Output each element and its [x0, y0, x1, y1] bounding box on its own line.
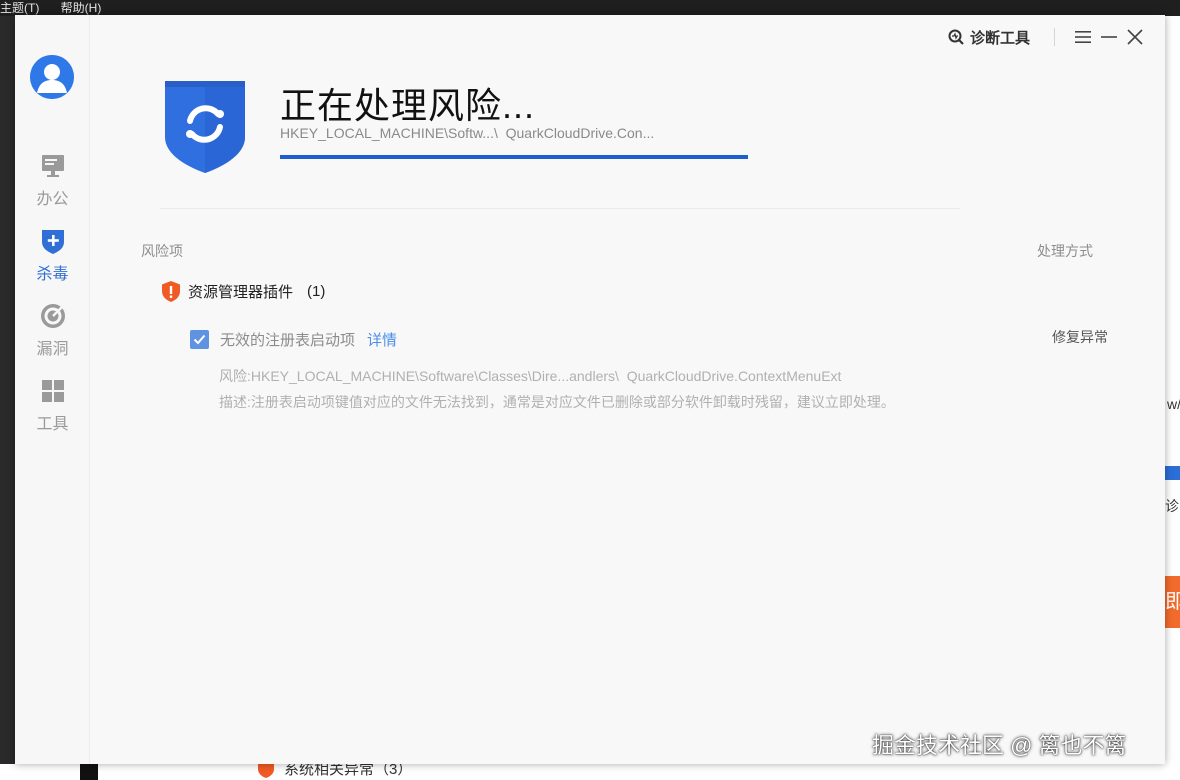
section-divider [160, 208, 960, 209]
background-dark-strip [80, 764, 98, 780]
grid-icon [41, 380, 64, 402]
progress-bar-fill [280, 155, 748, 159]
diagnostic-tool-label: 诊断工具 [969, 29, 1030, 47]
processing-shield-icon [165, 81, 245, 173]
page-title: 正在处理风险... [280, 85, 536, 126]
background-group-item: 系统相关异常（3） [258, 764, 412, 779]
background-menu-theme: 主题(T) [0, 1, 40, 15]
background-blue-bar [1165, 466, 1180, 480]
main-panel: 诊断工具 正在处理风险... HKEY_LOCAL_MACHINE\Softw.… [90, 15, 1165, 764]
sidebar-item-label: 办公 [36, 191, 69, 208]
background-text-fragment: w/ [1167, 396, 1180, 412]
monitor-icon [41, 155, 64, 177]
title-bar-controls: 诊断工具 [948, 25, 1147, 49]
sidebar-item-antivirus[interactable]: 杀毒 [15, 226, 90, 284]
current-scan-path: HKEY_LOCAL_MACHINE\Softw...\ QuarkCloudD… [280, 125, 655, 141]
diagnostic-tool-button[interactable]: 诊断工具 [948, 27, 1030, 48]
hamburger-icon [1075, 31, 1091, 43]
sidebar-item-tools[interactable]: 工具 [15, 376, 90, 434]
risk-group-name: 资源管理器插件 [188, 284, 294, 301]
sidebar-item-vulnerability[interactable]: 漏洞 [15, 301, 90, 359]
watermark: 掘金技术社区 @ 篱也不篱 [872, 733, 1127, 758]
checkmark-icon [193, 334, 206, 345]
shield-plus-icon [41, 230, 64, 254]
warning-shield-icon [162, 281, 180, 302]
risk-item-name: 无效的注册表启动项 [220, 332, 356, 349]
sidebar-item-office[interactable]: 办公 [15, 151, 90, 209]
progress-bar [280, 155, 748, 159]
diagnostic-magnifier-icon [948, 29, 964, 45]
column-header-risk: 风险项 [141, 243, 183, 259]
sidebar: 办公 杀毒 漏洞 工具 [15, 15, 90, 764]
risk-item-description: 描述:注册表启动项键值对应的文件无法找到，通常是对应文件已删除或部分软件卸载时残… [219, 394, 895, 410]
minimize-button[interactable] [1097, 25, 1121, 49]
background-orange-button: 即 [1165, 576, 1180, 628]
background-menubar: 主题(T) 帮助(H) [0, 0, 1180, 16]
risk-item-path: 风险:HKEY_LOCAL_MACHINE\Software\Classes\D… [219, 368, 842, 384]
warning-shield-icon [258, 764, 274, 778]
risk-item-action: 修复异常 [1052, 329, 1108, 345]
sidebar-item-label: 工具 [36, 416, 69, 433]
avatar-figure-icon [30, 55, 74, 99]
details-link[interactable]: 详情 [367, 329, 397, 350]
menu-button[interactable] [1071, 25, 1095, 49]
toolbar-divider [1054, 28, 1055, 46]
risk-group-header[interactable]: 资源管理器插件 (1) [162, 281, 325, 302]
user-avatar-icon[interactable] [30, 55, 74, 99]
background-group-label: 系统相关异常（3） [284, 764, 413, 778]
background-menu-help: 帮助(H) [60, 1, 102, 15]
background-app-bottom-edge: 系统相关异常（3） [0, 764, 1165, 780]
close-icon [1127, 29, 1143, 45]
column-header-method: 处理方式 [1037, 243, 1093, 259]
minimize-icon [1101, 36, 1117, 38]
risk-group-count: (1) [307, 283, 326, 300]
target-icon [40, 304, 65, 328]
risk-item: 无效的注册表启动项 详情 [190, 329, 397, 350]
risk-item-checkbox[interactable] [190, 330, 209, 349]
antivirus-dialog: 办公 杀毒 漏洞 工具 诊断工具 正在处理风险... HKEY_LOCAL_MA… [15, 15, 1165, 764]
background-text-fragment-2: 诊 [1165, 498, 1179, 514]
close-button[interactable] [1123, 25, 1147, 49]
sidebar-item-label: 漏洞 [36, 341, 69, 358]
sidebar-item-label: 杀毒 [36, 266, 69, 283]
background-app-right-edge: w/ 诊 即 [1165, 16, 1180, 780]
